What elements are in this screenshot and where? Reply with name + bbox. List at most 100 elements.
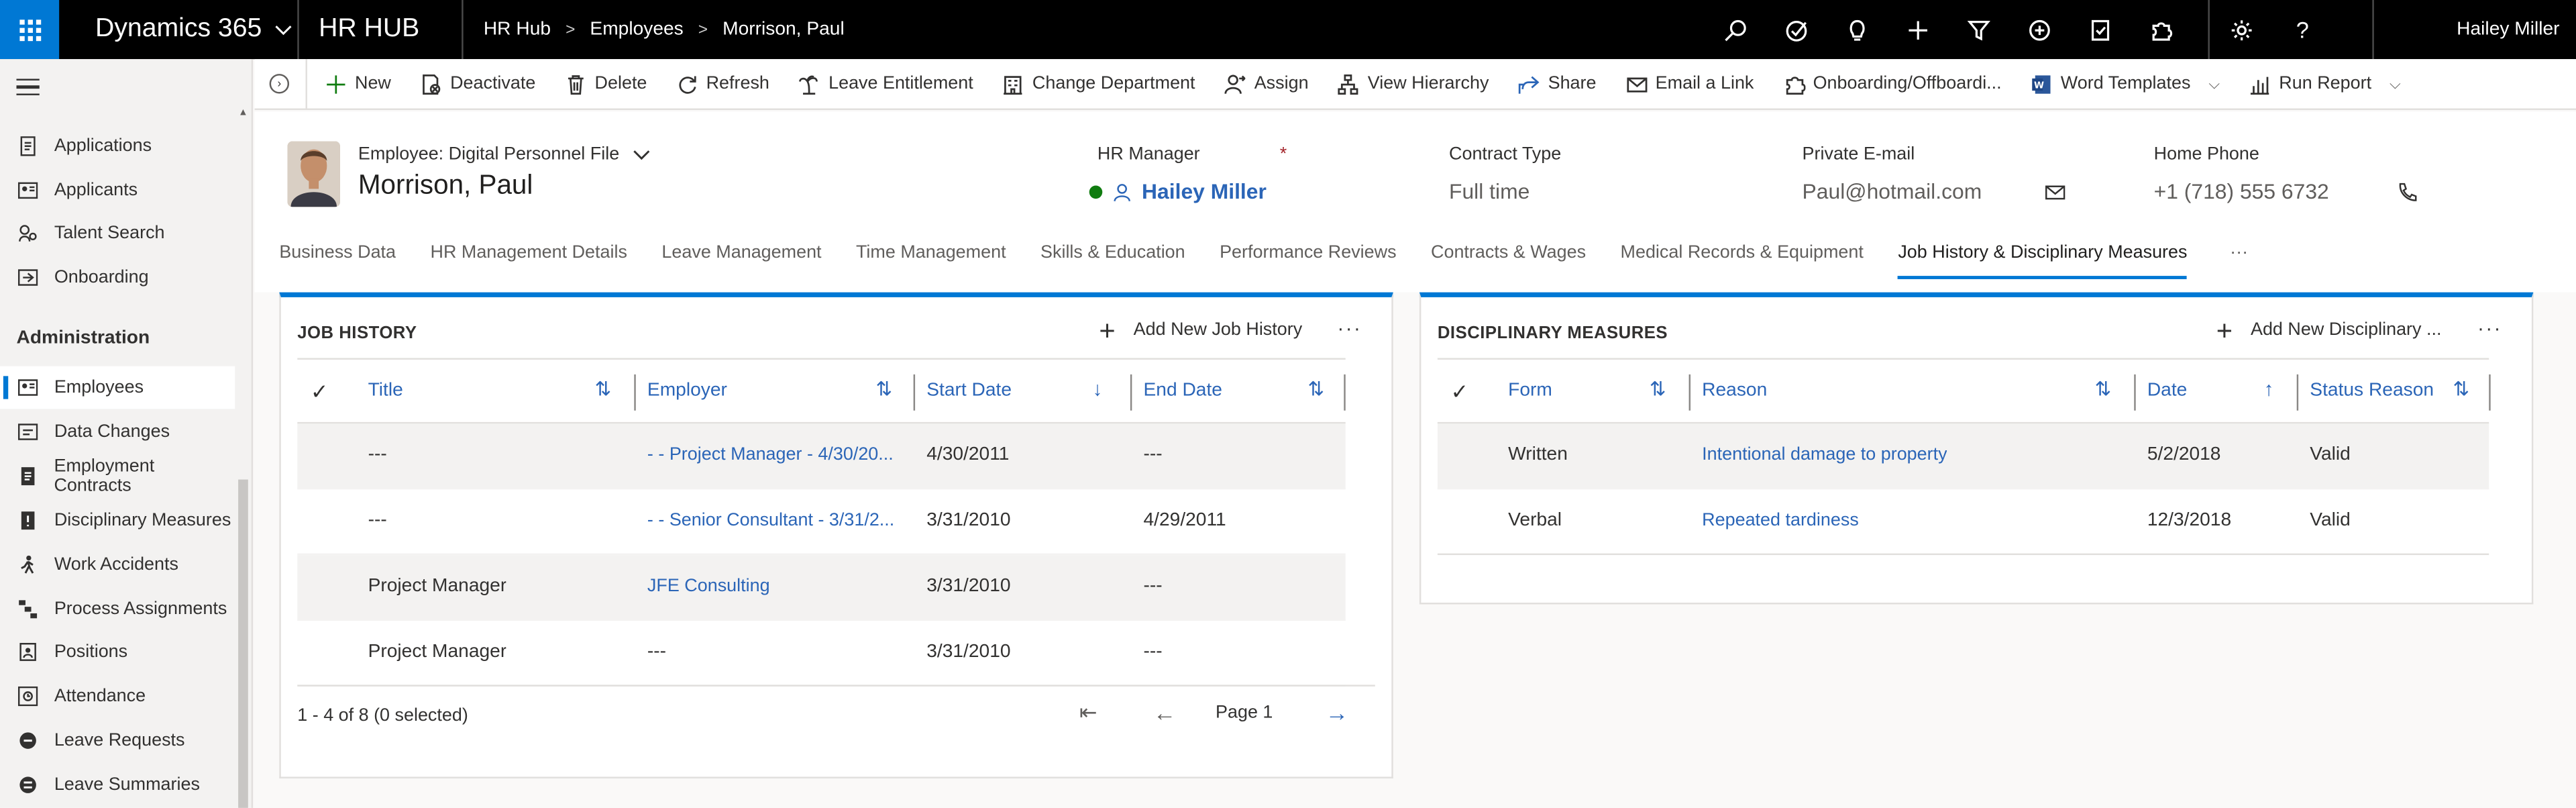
first-page-icon[interactable]: ⇤ [1079, 699, 1097, 725]
deactivate-button[interactable]: Deactivate [406, 58, 550, 109]
cell-employer-link[interactable]: - - Project Manager - 4/30/20... [647, 445, 910, 464]
settings-button[interactable] [2211, 0, 2272, 59]
refresh-button[interactable]: Refresh [661, 58, 784, 109]
job-history-more-button[interactable]: ··· [1337, 317, 1362, 340]
quick-create-button[interactable] [1888, 0, 1949, 59]
sort-icon[interactable]: ⇅ [1307, 378, 1324, 401]
sidebar-item-attendance[interactable]: Attendance [0, 675, 235, 718]
change-department-button[interactable]: Change Department [988, 58, 1210, 109]
phone-icon[interactable] [2397, 181, 2417, 201]
form-selector[interactable]: Employee: Digital Personnel File [358, 144, 651, 164]
app-switcher[interactable]: Dynamics 365 [59, 15, 297, 44]
run-report-button[interactable]: Run Report ⌵ [2235, 58, 2416, 109]
hr-manager-name[interactable]: Hailey Miller [1142, 179, 1267, 204]
cell-employer-link[interactable]: JFE Consulting [647, 576, 770, 596]
column-header-status-reason[interactable]: Status Reason [2310, 381, 2434, 401]
home-phone-value[interactable]: +1 (718) 555 6732 [2154, 179, 2329, 204]
sidebar-item-leave-requests[interactable]: Leave Requests [0, 719, 235, 762]
hamburger-menu-button[interactable] [16, 79, 40, 100]
tab-time-management[interactable]: Time Management [856, 243, 1006, 279]
sidebar-item-applicants[interactable]: Applicants [0, 169, 235, 212]
help-button[interactable]: ? [2272, 0, 2333, 59]
add-circle-button[interactable] [2009, 0, 2070, 59]
private-email-value[interactable]: Paul@hotmail.com [1803, 179, 1982, 204]
table-row[interactable]: Project Manager JFE Consulting 3/31/2010… [297, 555, 1346, 621]
leave-entitlement-button[interactable]: Leave Entitlement [784, 58, 988, 109]
cell-reason-link[interactable]: Intentional damage to property [1702, 445, 1947, 464]
column-header-form[interactable]: Form [1508, 381, 1552, 401]
assign-button[interactable]: Assign [1210, 58, 1324, 109]
word-templates-button[interactable]: W Word Templates ⌵ [2017, 58, 2235, 109]
tab-leave-management[interactable]: Leave Management [661, 243, 821, 279]
table-row[interactable]: Verbal Repeated tardiness 12/3/2018 Vali… [1437, 489, 2489, 556]
user-menu[interactable]: Hailey Miller [2373, 0, 2560, 60]
sort-ascending-icon[interactable]: ↑ [2264, 378, 2274, 401]
column-header-start-date[interactable]: Start Date [926, 381, 1012, 401]
sidebar-item-data-changes[interactable]: Data Changes [0, 411, 235, 454]
column-header-date[interactable]: Date [2147, 381, 2188, 401]
tab-medical-records-equipment[interactable]: Medical Records & Equipment [1621, 243, 1864, 279]
sort-icon[interactable]: ⇅ [595, 378, 612, 401]
disciplinary-more-button[interactable]: ··· [2477, 317, 2502, 340]
select-all-checkbox[interactable]: ✓ [311, 379, 329, 405]
collapse-button[interactable]: › [269, 74, 290, 94]
sort-icon[interactable]: ⇅ [2094, 378, 2111, 401]
avatar[interactable] [287, 141, 340, 207]
tab-contracts-wages[interactable]: Contracts & Wages [1431, 243, 1586, 279]
table-row[interactable]: --- - - Project Manager - 4/30/20... 4/3… [297, 423, 1346, 490]
share-button[interactable]: Share [1503, 58, 1611, 109]
sidebar-item-positions[interactable]: Positions [0, 631, 235, 674]
select-all-checkbox[interactable]: ✓ [1450, 379, 1468, 405]
ideas-button[interactable] [1827, 0, 1888, 59]
sidebar-item-onboarding[interactable]: Onboarding [0, 256, 235, 299]
scrollbar-thumb[interactable] [238, 479, 248, 808]
onboarding-offboarding-button[interactable]: Onboarding/Offboardi... [1768, 58, 2016, 109]
cell-employer-link[interactable]: - - Senior Consultant - 3/31/2... [647, 511, 910, 530]
sort-icon[interactable]: ⇅ [1650, 378, 1666, 401]
add-disciplinary-button[interactable]: + Add New Disciplinary ... [2216, 316, 2442, 344]
tab-performance-reviews[interactable]: Performance Reviews [1220, 243, 1396, 279]
sidebar-item-leave-summaries[interactable]: Leave Summaries [0, 764, 235, 807]
sort-descending-icon[interactable]: ↓ [1093, 378, 1103, 401]
email-link-button[interactable]: Email a Link [1611, 58, 1769, 109]
table-row[interactable]: --- - - Senior Consultant - 3/31/2... 3/… [297, 489, 1346, 556]
sort-icon[interactable]: ⇅ [2453, 378, 2469, 401]
tab-hr-management-details[interactable]: HR Management Details [430, 243, 627, 279]
send-email-icon[interactable] [2045, 183, 2065, 199]
column-header-end-date[interactable]: End Date [1144, 381, 1222, 401]
sidebar-item-employees[interactable]: Employees [0, 366, 235, 409]
delete-button[interactable]: Delete [550, 58, 661, 109]
app-launcher-button[interactable] [0, 0, 60, 60]
tab-skills-education[interactable]: Skills & Education [1040, 243, 1185, 279]
column-header-title[interactable]: Title [368, 381, 403, 401]
cell-reason-link[interactable]: Repeated tardiness [1702, 511, 1859, 530]
sidebar-item-applications[interactable]: Applications [0, 125, 235, 168]
breadcrumb-item-hub[interactable]: HR Hub [484, 19, 551, 39]
table-row[interactable]: Project Manager --- 3/31/2010 --- [297, 621, 1346, 687]
sort-icon[interactable]: ⇅ [875, 378, 892, 401]
column-header-employer[interactable]: Employer [647, 381, 727, 401]
hr-manager-value[interactable]: Hailey Miller [1089, 179, 1267, 204]
previous-page-icon[interactable]: ← [1153, 699, 1176, 725]
tab-overflow-button[interactable]: ··· [2230, 243, 2248, 279]
sidebar-item-disciplinary-measures[interactable]: Disciplinary Measures [0, 499, 235, 542]
sidebar-item-process-assignments[interactable]: Process Assignments [0, 588, 235, 631]
tasks-button[interactable] [1766, 0, 1827, 59]
add-job-history-button[interactable]: + Add New Job History [1099, 316, 1302, 344]
breadcrumb-item-employees[interactable]: Employees [590, 19, 683, 39]
apps-button[interactable] [2131, 0, 2192, 59]
column-header-reason[interactable]: Reason [1702, 381, 1767, 401]
assistant-button[interactable] [2070, 0, 2131, 59]
search-button[interactable] [1705, 0, 1766, 59]
scroll-up-icon[interactable]: ▲ [238, 109, 248, 119]
tab-job-history-disciplinary[interactable]: Job History & Disciplinary Measures [1898, 243, 2188, 279]
view-hierarchy-button[interactable]: View Hierarchy [1324, 58, 1504, 109]
new-button[interactable]: New [311, 58, 406, 109]
sidebar-item-employment-contracts[interactable]: Employment Contracts [0, 455, 235, 498]
contract-type-value[interactable]: Full time [1449, 179, 1561, 204]
advanced-find-button[interactable] [1949, 0, 2010, 59]
table-row[interactable]: Written Intentional damage to property 5… [1437, 423, 2489, 490]
tab-business-data[interactable]: Business Data [279, 243, 396, 279]
sidebar-item-talent-search[interactable]: Talent Search [0, 212, 235, 255]
sidebar-scrollbar[interactable]: ▲ [237, 109, 250, 808]
